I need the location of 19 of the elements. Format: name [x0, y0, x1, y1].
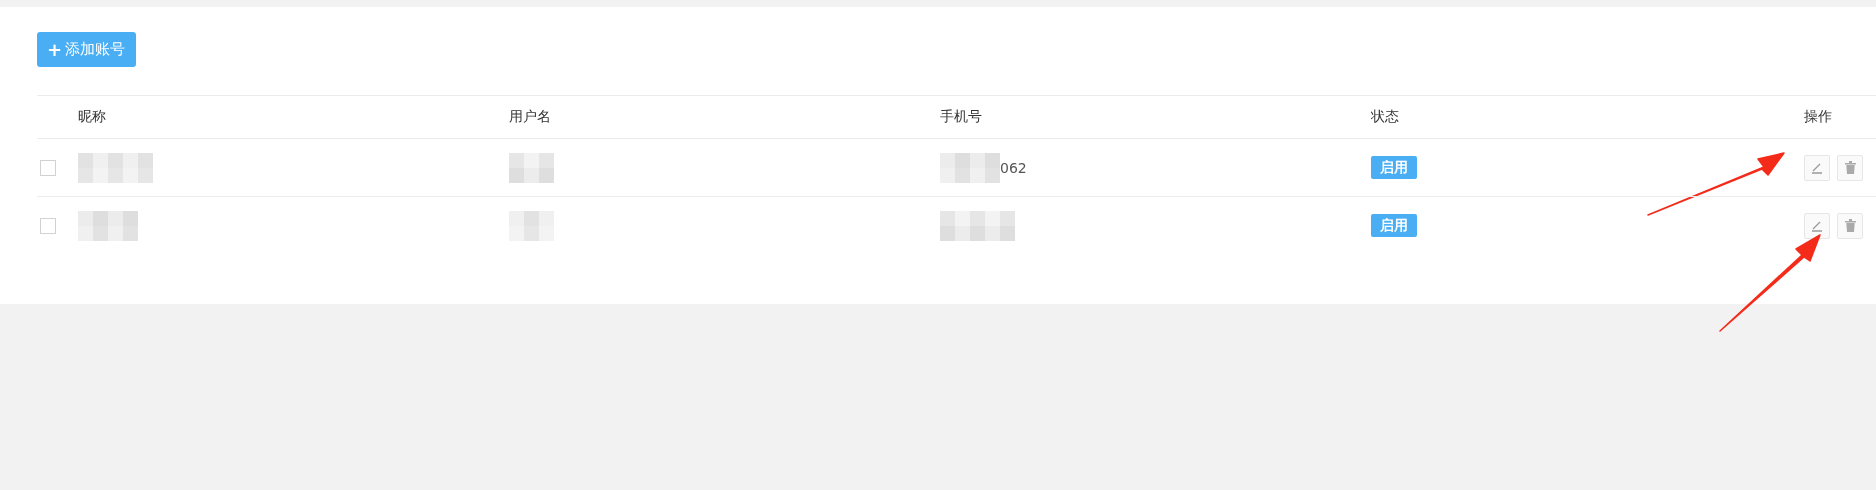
trash-icon [1844, 219, 1856, 232]
trash-icon [1844, 161, 1856, 174]
edit-button[interactable] [1804, 212, 1830, 239]
row-checkbox[interactable] [40, 159, 56, 176]
pencil-icon [1811, 161, 1823, 174]
column-header: 状态 [1371, 108, 1400, 126]
add-account-button[interactable]: + 添加账号 [37, 32, 137, 67]
column-header: 昵称 [78, 108, 107, 126]
delete-button[interactable] [1837, 212, 1863, 239]
pencil-icon [1811, 219, 1823, 232]
delete-button[interactable] [1837, 154, 1863, 181]
status-badge: 启用 [1371, 214, 1417, 237]
status-badge: 启用 [1371, 156, 1417, 179]
edit-button[interactable] [1804, 154, 1830, 181]
phone-text: 062 [1000, 159, 1027, 176]
column-header: 手机号 [940, 108, 983, 126]
row-checkbox[interactable] [40, 217, 56, 234]
column-header: 用户名 [509, 108, 552, 126]
column-header: 操作 [1804, 108, 1833, 126]
